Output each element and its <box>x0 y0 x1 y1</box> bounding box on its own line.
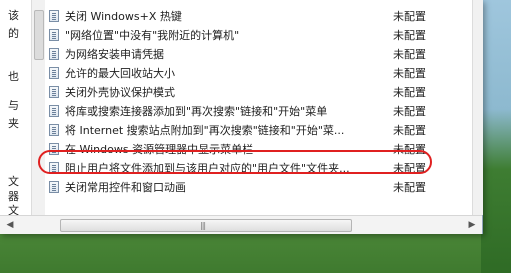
policy-name: 为网络安装申请凭据 <box>65 47 164 61</box>
scroll-right-arrow-icon[interactable]: ▶ <box>466 219 478 231</box>
left-pane-text: 该 <box>8 9 19 22</box>
desktop-background <box>481 0 511 273</box>
policy-state: 未配置 <box>393 9 426 23</box>
policy-row[interactable]: "网络位置"中没有"我附近的计算机" 未配置 <box>45 25 472 44</box>
policy-setting-icon <box>49 66 59 79</box>
policy-name: 关闭 Windows+X 热键 <box>65 9 182 23</box>
policy-setting-icon <box>49 9 59 22</box>
left-pane-text: 的 <box>8 27 19 40</box>
policy-setting-icon <box>49 47 59 60</box>
policy-row[interactable]: 将库或搜索连接器添加到"再次搜索"链接和"开始"菜单 未配置 <box>45 101 472 120</box>
policy-row[interactable]: 允许的最大回收站大小 未配置 <box>45 63 472 82</box>
policy-state: 未配置 <box>393 47 426 61</box>
scroll-left-arrow-icon[interactable]: ◀ <box>4 219 16 231</box>
left-pane-text: 与 <box>8 99 19 112</box>
policy-list-scrollbar[interactable] <box>472 0 483 215</box>
left-pane-scrollbar[interactable] <box>31 0 46 215</box>
policy-setting-icon <box>49 28 59 41</box>
policy-row[interactable]: 将 Internet 搜索站点附加到"再次搜索"链接和"开始"菜... 未配置 <box>45 120 472 139</box>
policy-row[interactable]: 关闭外壳协议保护模式 未配置 <box>45 82 472 101</box>
policy-state: 未配置 <box>393 180 426 194</box>
left-pane-text: 夹 <box>8 117 19 130</box>
left-pane-text: 文 <box>8 204 19 215</box>
policy-name: 关闭外壳协议保护模式 <box>65 85 175 99</box>
policy-list: 关闭 Windows+X 热键 未配置 "网络位置"中没有"我附近的计算机" 未… <box>45 0 472 215</box>
left-pane-text: 器 <box>8 190 19 203</box>
horizontal-scroll-thumb[interactable] <box>60 219 352 232</box>
left-pane-text: 也 <box>8 70 19 83</box>
policy-setting-icon <box>49 104 59 117</box>
policy-name: 允许的最大回收站大小 <box>65 66 175 80</box>
highlight-annotation-ring <box>38 150 432 174</box>
policy-state: 未配置 <box>393 66 426 80</box>
left-pane: 该 的 也 与 夹 文 器 文 <box>0 0 31 215</box>
policy-setting-icon <box>49 123 59 136</box>
policy-setting-icon <box>49 85 59 98</box>
left-pane-text: 文 <box>8 175 19 188</box>
horizontal-scrollbar[interactable]: ◀ ||| ▶ <box>0 215 482 234</box>
policy-state: 未配置 <box>393 123 426 137</box>
policy-state: 未配置 <box>393 85 426 99</box>
policy-state: 未配置 <box>393 104 426 118</box>
policy-name: "网络位置"中没有"我附近的计算机" <box>65 28 240 42</box>
policy-row[interactable]: 关闭常用控件和窗口动画 未配置 <box>45 177 472 196</box>
policy-row[interactable]: 为网络安装申请凭据 未配置 <box>45 44 472 63</box>
scroll-grip-icon: ||| <box>200 221 206 230</box>
policy-setting-icon <box>49 180 59 193</box>
policy-name: 将 Internet 搜索站点附加到"再次搜索"链接和"开始"菜... <box>65 123 345 137</box>
group-policy-editor-window: 该 的 也 与 夹 文 器 文 关闭 Windows+X 热键 未配置 "网络位… <box>0 0 483 234</box>
policy-row[interactable]: 关闭 Windows+X 热键 未配置 <box>45 6 472 25</box>
policy-name: 关闭常用控件和窗口动画 <box>65 180 186 194</box>
left-pane-scroll-thumb[interactable] <box>34 10 44 60</box>
policy-state: 未配置 <box>393 28 426 42</box>
policy-name: 将库或搜索连接器添加到"再次搜索"链接和"开始"菜单 <box>65 104 328 118</box>
